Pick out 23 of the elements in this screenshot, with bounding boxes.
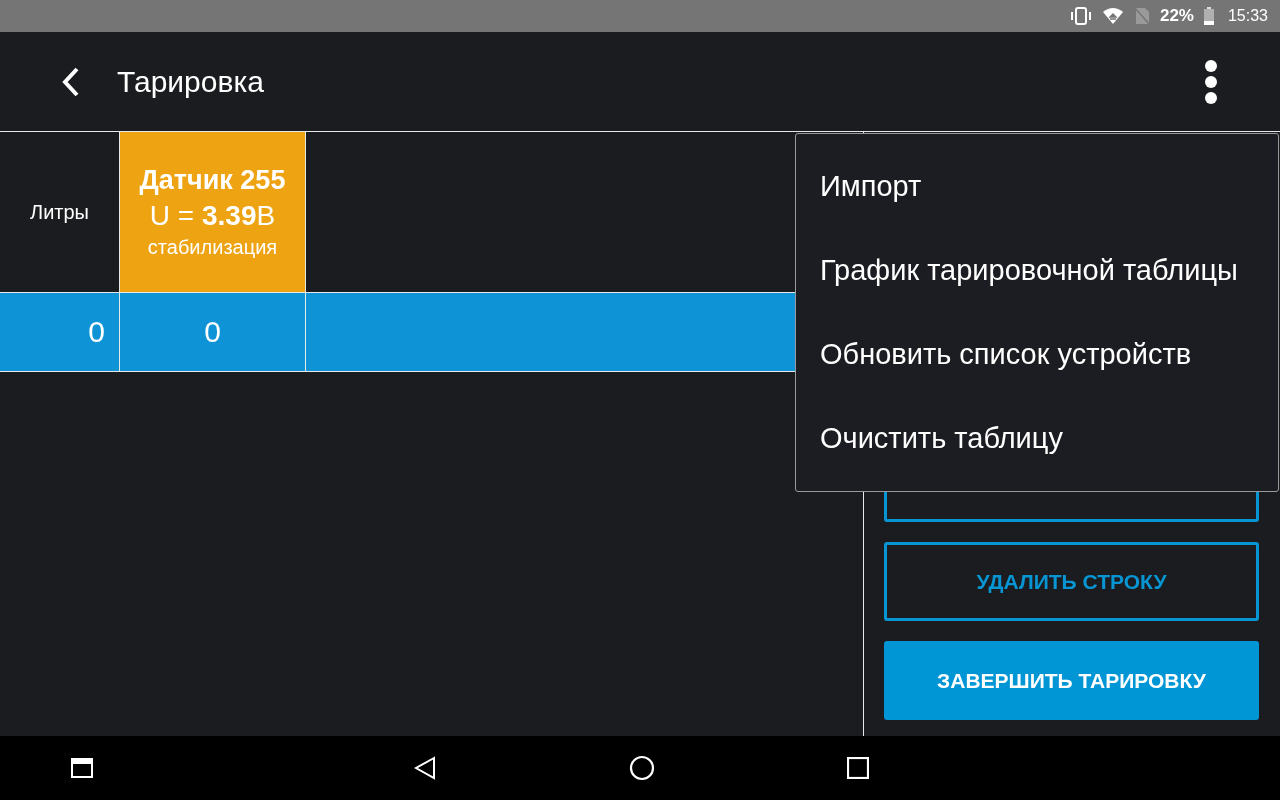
voltage-reading: U = 3.39В	[149, 200, 276, 232]
more-icon[interactable]	[1204, 58, 1218, 105]
vibrate-icon	[1069, 7, 1092, 25]
clock: 15:33	[1227, 7, 1268, 25]
wifi-icon	[1101, 7, 1124, 25]
menu-item[interactable]: Обновить список устройств	[796, 312, 1278, 397]
battery-percent: 22%	[1159, 6, 1194, 26]
home-icon[interactable]	[629, 755, 655, 781]
screen-title: Тарировка	[117, 64, 265, 99]
sensor-status: стабилизация	[147, 236, 278, 259]
overview-icon[interactable]	[847, 757, 869, 779]
menu-item[interactable]: Очистить таблицу	[796, 396, 1278, 481]
menu-item[interactable]: Импорт	[796, 144, 1278, 229]
table-cell: 0	[0, 293, 120, 371]
back-nav-icon[interactable]	[414, 756, 436, 780]
outline-button[interactable]: УДАЛИТЬ СТРОКУ	[884, 542, 1259, 621]
window-icon[interactable]	[71, 758, 93, 778]
sensor-name: Датчик 255	[139, 165, 286, 196]
menu-item[interactable]: График тарировочной таблицы	[796, 228, 1278, 313]
battery-icon	[1203, 7, 1214, 25]
back-icon[interactable]	[60, 65, 80, 98]
table-cell: 0	[120, 293, 306, 371]
no-sim-icon	[1133, 7, 1150, 25]
